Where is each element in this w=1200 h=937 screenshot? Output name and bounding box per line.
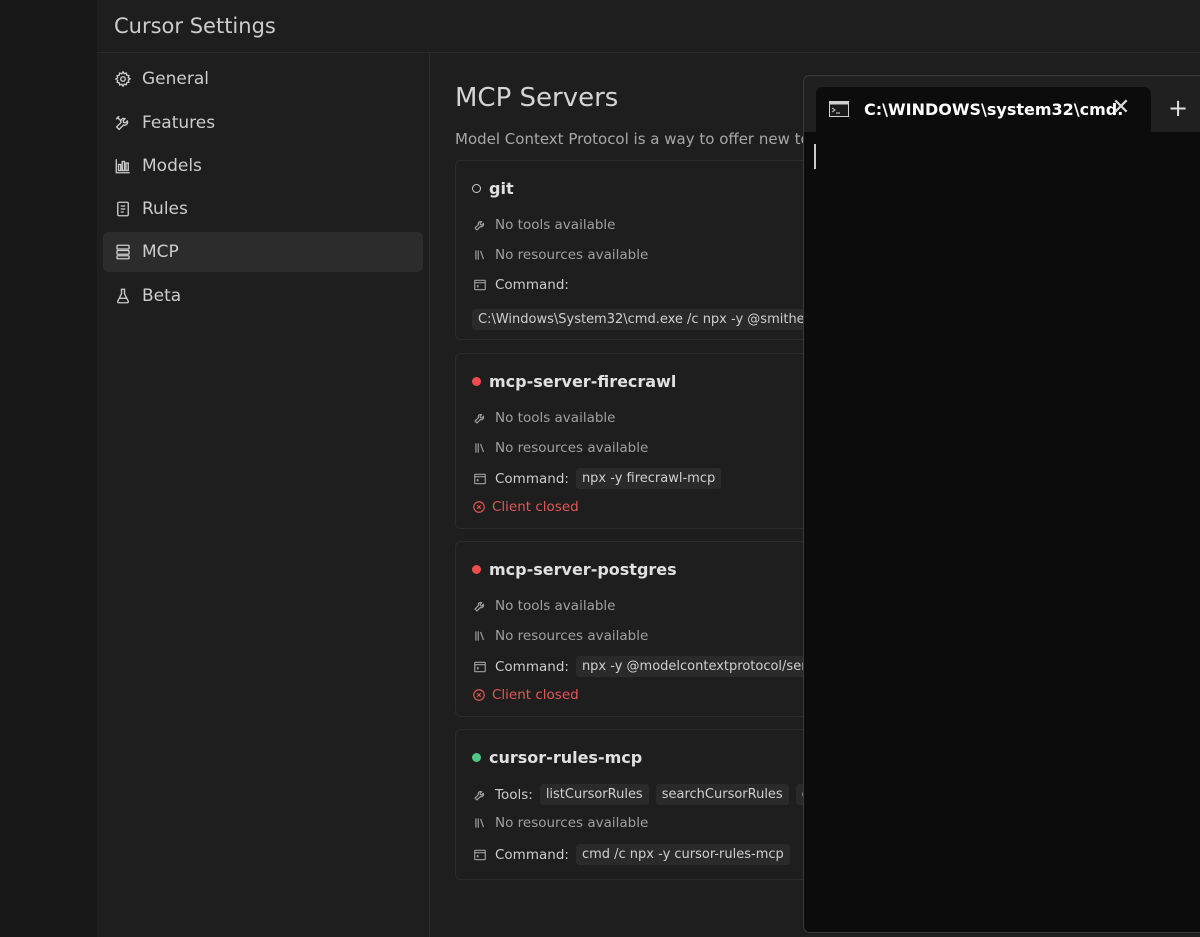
cmd-prompt-icon (829, 101, 849, 117)
tools-row: Tools: listCursorRules searchCursorRules… (472, 784, 859, 805)
terminal-icon (472, 471, 488, 487)
settings-header: Cursor Settings (97, 0, 1200, 53)
server-card-postgres: mcp-server-postgres No tools available N… (455, 541, 829, 717)
error-message: Client closed (472, 687, 579, 703)
sidebar-item-beta[interactable]: Beta (103, 276, 423, 316)
server-name: git (489, 179, 514, 198)
library-icon (472, 815, 488, 831)
error-text: Client closed (492, 499, 579, 515)
resources-row: No resources available (472, 628, 648, 644)
server-icon (114, 243, 132, 261)
resources-row: No resources available (472, 815, 648, 831)
tools-icon (472, 787, 488, 803)
gear-icon (114, 70, 132, 88)
server-name: cursor-rules-mcp (489, 748, 643, 767)
command-value: npx -y firecrawl-mcp (575, 468, 722, 489)
command-label: Command: (495, 470, 569, 487)
terminal-icon (472, 659, 488, 675)
error-text: Client closed (492, 687, 579, 703)
sidebar-item-models[interactable]: Models (103, 146, 423, 186)
tools-row: No tools available (472, 217, 615, 233)
tools-row: No tools available (472, 410, 615, 426)
tools-status: No tools available (495, 598, 616, 614)
command-label: Command: (495, 277, 569, 293)
server-card-cursor-rules: cursor-rules-mcp Tools: listCursorRules … (455, 729, 859, 880)
command-value: cmd /c npx -y cursor-rules-mcp (575, 844, 790, 865)
server-card-git: git No tools available No resources avai… (455, 160, 829, 340)
terminal-tab-bar[interactable]: C:\WINDOWS\system32\cmd. ✕ + (804, 76, 1200, 132)
sidebar-item-features[interactable]: Features (103, 103, 423, 143)
tools-icon (472, 410, 488, 426)
page-title: Cursor Settings (114, 14, 276, 38)
status-dot (472, 565, 481, 574)
sidebar-item-label: Features (142, 113, 216, 133)
terminal-icon (472, 847, 488, 863)
library-icon (472, 628, 488, 644)
command-row: Command: cmd /c npx -y cursor-rules-mcp (472, 844, 790, 865)
text-cursor (814, 144, 816, 169)
resources-row: No resources available (472, 247, 648, 263)
command-row: Command: (472, 277, 569, 293)
flask-icon (114, 287, 132, 305)
error-circle-icon (473, 501, 485, 513)
tools-status: No tools available (495, 410, 616, 426)
new-tab-button[interactable]: + (1165, 96, 1191, 122)
resources-status: No resources available (495, 440, 649, 456)
terminal-tab-title: C:\WINDOWS\system32\cmd. (864, 100, 1124, 119)
tools-status: No tools available (495, 217, 616, 233)
tools-label: Tools: (495, 786, 533, 803)
server-header: git (472, 179, 514, 198)
tools-row: No tools available (472, 598, 615, 614)
terminal-output[interactable] (804, 132, 1200, 932)
server-name: mcp-server-postgres (489, 560, 677, 579)
command-value: npx -y @modelcontextprotocol/serve (575, 656, 829, 677)
library-icon (472, 247, 488, 263)
tool-chip: searchCursorRules (655, 784, 789, 805)
sidebar-item-label: Rules (142, 199, 188, 219)
server-card-firecrawl: mcp-server-firecrawl No tools available … (455, 353, 815, 529)
tools-icon (472, 598, 488, 614)
bar-chart-icon (114, 157, 132, 175)
server-header: cursor-rules-mcp (472, 748, 642, 767)
document-icon (114, 200, 132, 218)
tools-icon (114, 114, 132, 132)
status-dot (472, 377, 481, 386)
sidebar-item-rules[interactable]: Rules (103, 189, 423, 229)
library-icon (472, 440, 488, 456)
server-name: mcp-server-firecrawl (489, 372, 677, 391)
resources-row: No resources available (472, 440, 648, 456)
command-value: C:\Windows\System32\cmd.exe /c npx -y @s… (472, 309, 829, 330)
sidebar-item-label: Models (142, 156, 202, 176)
sidebar-item-general[interactable]: General (103, 59, 423, 99)
tools-icon (472, 217, 488, 233)
resources-status: No resources available (495, 628, 649, 644)
status-dot (472, 184, 481, 193)
left-edge-panel (0, 0, 97, 937)
error-circle-icon (473, 689, 485, 701)
server-header: mcp-server-postgres (472, 560, 677, 579)
section-title: MCP Servers (455, 83, 619, 113)
sidebar-item-label: General (142, 69, 209, 89)
settings-sidebar: General Features Models Rules MCP Beta (97, 53, 430, 937)
server-header: mcp-server-firecrawl (472, 372, 676, 391)
error-message: Client closed (472, 499, 579, 515)
terminal-window[interactable]: C:\WINDOWS\system32\cmd. ✕ + (803, 75, 1200, 933)
sidebar-item-label: MCP (142, 242, 179, 262)
command-label: Command: (495, 846, 569, 863)
command-label: Command: (495, 658, 569, 675)
sidebar-item-label: Beta (142, 286, 182, 306)
close-icon[interactable]: ✕ (1109, 96, 1133, 120)
section-description: Model Context Protocol is a way to offer… (455, 130, 810, 148)
terminal-tab[interactable]: C:\WINDOWS\system32\cmd. ✕ (816, 87, 1151, 132)
sidebar-item-mcp[interactable]: MCP (103, 232, 423, 272)
resources-status: No resources available (495, 815, 649, 831)
tool-chip: listCursorRules (539, 784, 649, 805)
terminal-icon (472, 277, 488, 293)
command-row: Command: npx -y firecrawl-mcp (472, 468, 722, 489)
resources-status: No resources available (495, 247, 649, 263)
command-row: Command: npx -y @modelcontextprotocol/se… (472, 656, 829, 677)
status-dot (472, 753, 481, 762)
